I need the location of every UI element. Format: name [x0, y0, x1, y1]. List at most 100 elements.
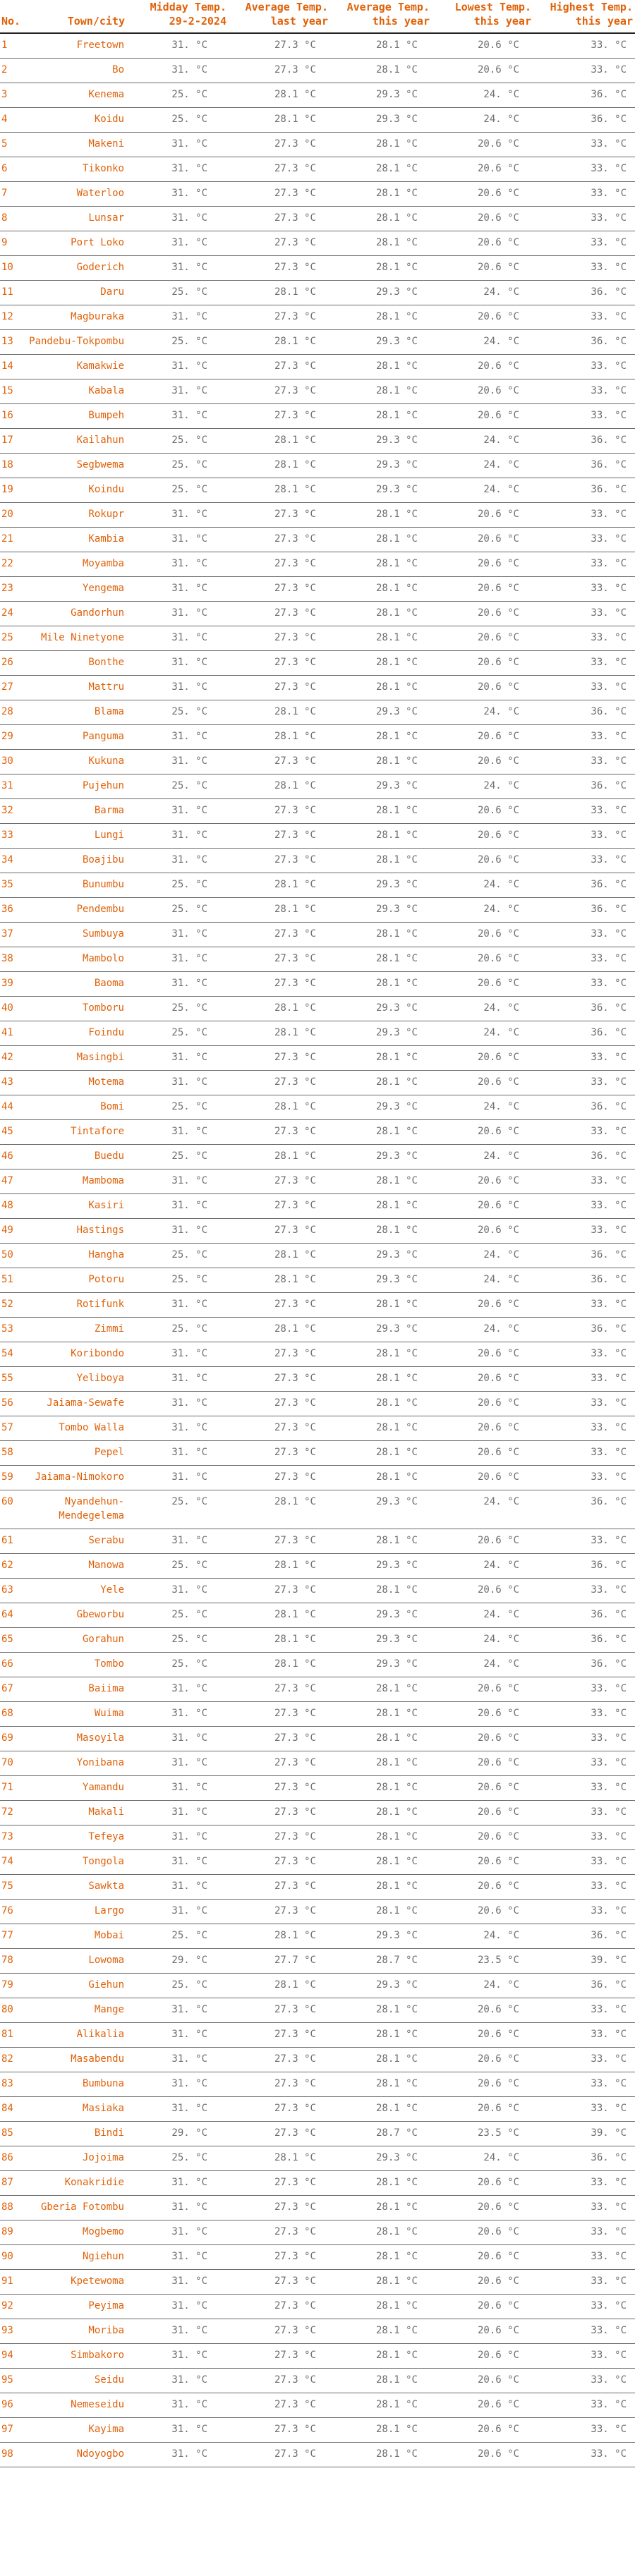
table-row: 12 Magburaka 31. °C 27.3 °C 28.1 °C 20.6 °C 33…: [0, 305, 635, 330]
town-name: Yengema: [24, 576, 127, 602]
avg-temp-this-year: 28.1 °C: [330, 1529, 432, 1554]
avg-temp-this-year: 28.1 °C: [330, 675, 432, 700]
highest-temp: 33. °C: [533, 1169, 635, 1194]
avg-temp-this-year: 28.1 °C: [330, 947, 432, 972]
lowest-temp: 23.5 °C: [432, 2121, 533, 2146]
highest-temp: 33. °C: [533, 626, 635, 651]
town-name: Kukuna: [24, 749, 127, 774]
highest-temp: 36. °C: [533, 700, 635, 725]
highest-temp: 36. °C: [533, 329, 635, 355]
row-number: 6: [0, 157, 24, 182]
avg-temp-last-year: 27.3 °C: [229, 1342, 330, 1367]
lowest-temp: 20.6 °C: [432, 33, 533, 59]
avg-temp-last-year: 27.3 °C: [229, 947, 330, 972]
avg-temp-this-year: 28.1 °C: [330, 2096, 432, 2122]
town-name: Mange: [24, 1998, 127, 2023]
row-number: 97: [0, 2417, 24, 2443]
avg-temp-this-year: 28.1 °C: [330, 749, 432, 774]
table-header: No. Town/city Midday Temp. 29-2-2024 Ave…: [0, 0, 635, 34]
row-number: 86: [0, 2146, 24, 2171]
town-name: Hastings: [24, 1218, 127, 1244]
lowest-temp: 20.6 °C: [432, 1726, 533, 1751]
table-row: 19 Koindu 25. °C 28.1 °C 29.3 °C 24. °C 36. °C: [0, 478, 635, 503]
temperature-table: No. Town/city Midday Temp. 29-2-2024 Ave…: [0, 0, 635, 2467]
table-row: 9 Port Loko 31. °C 27.3 °C 28.1 °C 20.6 °C 33.…: [0, 231, 635, 256]
highest-temp: 33. °C: [533, 2220, 635, 2245]
table-row: 53 Zimmi 25. °C 28.1 °C 29.3 °C 24. °C 36. °C: [0, 1317, 635, 1342]
avg-temp-last-year: 27.3 °C: [229, 33, 330, 59]
avg-temp-this-year: 28.1 °C: [330, 552, 432, 577]
avg-temp-this-year: 28.1 °C: [330, 1391, 432, 1416]
lowest-temp: 20.6 °C: [432, 2244, 533, 2270]
table-row: 8 Lunsar 31. °C 27.3 °C 28.1 °C 20.6 °C 33. °C: [0, 206, 635, 231]
table-row: 14 Kamakwie 31. °C 27.3 °C 28.1 °C 20.6 °C 33.…: [0, 354, 635, 379]
highest-temp: 36. °C: [533, 1652, 635, 1677]
town-name: Peyima: [24, 2294, 127, 2319]
town-name: Ndoyogbo: [24, 2442, 127, 2467]
avg-temp-last-year: 27.7 °C: [229, 1948, 330, 1974]
col-header-lowest: Lowest Temp. this year: [432, 0, 533, 34]
midday-temp: 31. °C: [127, 403, 229, 429]
avg-temp-this-year: 28.1 °C: [330, 1416, 432, 1441]
avg-temp-last-year: 27.3 °C: [229, 2417, 330, 2443]
town-name: Bomi: [24, 1095, 127, 1120]
highest-temp: 33. °C: [533, 576, 635, 602]
avg-temp-last-year: 27.3 °C: [229, 2368, 330, 2393]
row-number: 30: [0, 749, 24, 774]
town-name: Bumpeh: [24, 403, 127, 429]
table-row: 40 Tomboru 25. °C 28.1 °C 29.3 °C 24. °C 36. °…: [0, 996, 635, 1021]
town-name: Gorahun: [24, 1627, 127, 1653]
avg-temp-this-year: 28.1 °C: [330, 2442, 432, 2467]
town-name: Koidu: [24, 107, 127, 133]
town-name: Largo: [24, 1899, 127, 1924]
highest-temp: 33. °C: [533, 1292, 635, 1318]
avg-temp-last-year: 28.1 °C: [229, 329, 330, 355]
highest-temp: 33. °C: [533, 1119, 635, 1145]
town-name: Nyandehun-Mendegelema: [24, 1490, 127, 1529]
row-number: 78: [0, 1948, 24, 1974]
avg-temp-last-year: 27.3 °C: [229, 2319, 330, 2344]
avg-temp-this-year: 28.1 °C: [330, 848, 432, 873]
midday-temp: 31. °C: [127, 749, 229, 774]
table-row: 70 Yonibana 31. °C 27.3 °C 28.1 °C 20.6 °C 33.…: [0, 1751, 635, 1776]
avg-temp-this-year: 28.7 °C: [330, 1948, 432, 1974]
table-row: 44 Bomi 25. °C 28.1 °C 29.3 °C 24. °C 36. °C: [0, 1095, 635, 1120]
midday-temp: 31. °C: [127, 2368, 229, 2393]
table-row: 34 Boajibu 31. °C 27.3 °C 28.1 °C 20.6 °C 33. …: [0, 848, 635, 873]
town-name: Mambolo: [24, 947, 127, 972]
midday-temp: 31. °C: [127, 2319, 229, 2344]
highest-temp: 36. °C: [533, 1603, 635, 1628]
avg-temp-this-year: 29.3 °C: [330, 1490, 432, 1529]
town-name: Barma: [24, 798, 127, 824]
midday-temp: 31. °C: [127, 1440, 229, 1466]
avg-temp-this-year: 28.1 °C: [330, 354, 432, 379]
town-name: Kpetewoma: [24, 2269, 127, 2295]
col-header-avg-last-year: Average Temp. last year: [229, 0, 330, 34]
lowest-temp: 20.6 °C: [432, 1578, 533, 1603]
row-number: 83: [0, 2072, 24, 2097]
lowest-temp: 24. °C: [432, 1268, 533, 1293]
avg-temp-this-year: 29.3 °C: [330, 1553, 432, 1579]
table-row: 45 Tintafore 31. °C 27.3 °C 28.1 °C 20.6 °C 33…: [0, 1119, 635, 1145]
avg-temp-last-year: 27.3 °C: [229, 1292, 330, 1318]
midday-temp: 25. °C: [127, 1095, 229, 1120]
highest-temp: 33. °C: [533, 2319, 635, 2344]
town-name: Kamakwie: [24, 354, 127, 379]
table-row: 5 Makeni 31. °C 27.3 °C 28.1 °C 20.6 °C 33. °C: [0, 132, 635, 157]
midday-temp: 31. °C: [127, 2195, 229, 2220]
town-name: Boajibu: [24, 848, 127, 873]
avg-temp-last-year: 28.1 °C: [229, 1652, 330, 1677]
midday-temp: 31. °C: [127, 1677, 229, 1702]
highest-temp: 33. °C: [533, 1045, 635, 1071]
avg-temp-last-year: 27.3 °C: [229, 2022, 330, 2048]
highest-temp: 33. °C: [533, 1775, 635, 1801]
lowest-temp: 20.6 °C: [432, 848, 533, 873]
midday-temp: 31. °C: [127, 2047, 229, 2072]
table-row: 60 Nyandehun-Mendegelema 25. °C 28.1 °C 29.3…: [0, 1490, 635, 1529]
town-name: Kasiri: [24, 1193, 127, 1219]
highest-temp: 33. °C: [533, 1825, 635, 1850]
highest-temp: 36. °C: [533, 1553, 635, 1579]
highest-temp: 33. °C: [533, 2072, 635, 2097]
midday-temp: 31. °C: [127, 1342, 229, 1367]
avg-temp-last-year: 28.1 °C: [229, 1973, 330, 1998]
